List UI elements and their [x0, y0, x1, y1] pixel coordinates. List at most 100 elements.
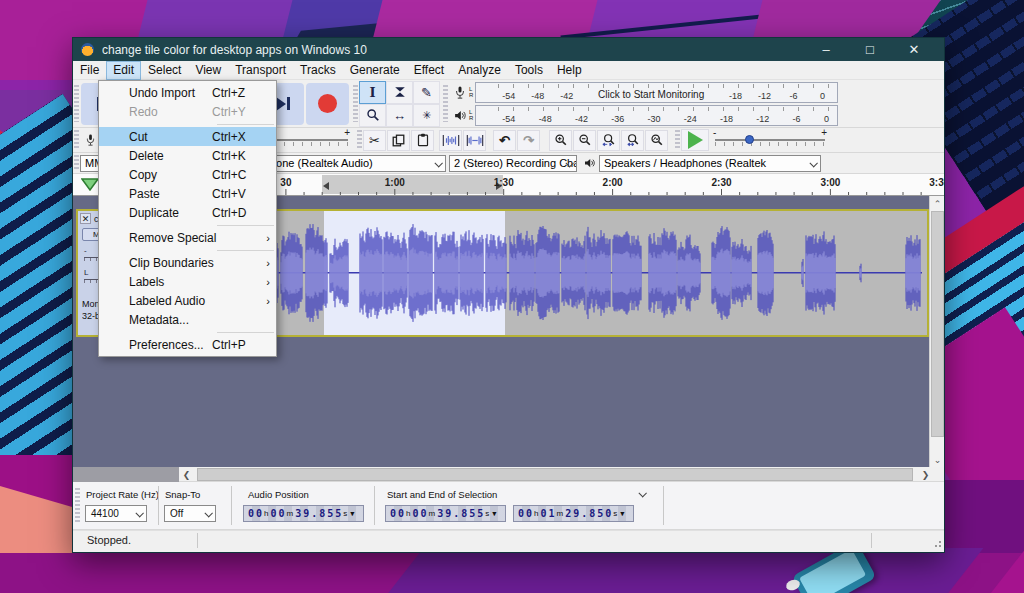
svg-text:1:30: 1:30	[494, 177, 514, 188]
toolbar-grip[interactable]	[74, 155, 79, 171]
minimize-button[interactable]: –	[804, 38, 848, 61]
selection-end-field[interactable]: 00h 01m 29.850s ▼	[513, 505, 634, 522]
caret-down-icon[interactable]: ▼	[350, 510, 354, 518]
menu-item-label: Redo	[129, 105, 212, 119]
toolbar-grip[interactable]	[75, 488, 80, 524]
speaker-icon	[452, 109, 468, 122]
zoom-tool-button[interactable]	[359, 104, 386, 127]
audio-position-field[interactable]: 00h 00m 39.855s ▼	[243, 505, 364, 522]
record-button[interactable]	[306, 83, 349, 125]
paste-button[interactable]	[411, 130, 434, 151]
redo-button[interactable]: ↷	[517, 130, 540, 151]
menu-item[interactable]: Preferences... Ctrl+P	[99, 335, 276, 354]
slider-plus: +	[821, 127, 827, 138]
toolbar-grip[interactable]	[74, 130, 79, 149]
menu-item-accel: Ctrl+K	[212, 149, 262, 163]
vertical-scrollbar[interactable]: ⌃ ⌄	[929, 196, 944, 467]
menu-item[interactable]: Redo Ctrl+Y	[99, 102, 276, 121]
chevron-down-icon	[136, 511, 143, 518]
menubar-item[interactable]: View	[188, 61, 228, 80]
menubar-item[interactable]: Analyze	[451, 61, 508, 80]
multi-tool-button[interactable]: ✳	[413, 104, 440, 127]
menu-item[interactable]: Metadata...	[99, 310, 276, 329]
recording-volume-icon	[82, 133, 98, 147]
toolbar-grip[interactable]	[443, 85, 448, 123]
play-at-speed-button[interactable]	[681, 129, 709, 151]
snap-to-combo[interactable]: Off	[164, 505, 216, 522]
menubar-item[interactable]: Generate	[343, 61, 407, 80]
selection-start-field[interactable]: 00h 00m 39.855s ▼	[385, 505, 506, 522]
play-speed-thumb[interactable]	[745, 135, 754, 144]
draw-tool-button[interactable]: ✎	[413, 81, 440, 104]
trim-audio-button[interactable]	[439, 130, 462, 151]
recording-meter[interactable]: LR -54-48-42 Click to Start Monitoring -…	[452, 81, 838, 103]
audacity-logo-icon	[81, 43, 94, 56]
maximize-button[interactable]: □	[848, 38, 892, 61]
caret-down-icon[interactable]: ▼	[492, 510, 496, 518]
vscroll-thumb[interactable]	[931, 211, 944, 437]
horizontal-scrollbar[interactable]: ❮ ❯	[73, 467, 944, 482]
menu-item[interactable]: Delete Ctrl+K	[99, 146, 276, 165]
menubar-item[interactable]: Edit	[106, 61, 141, 80]
caret-down-icon[interactable]: ▼	[620, 510, 624, 518]
title-bar[interactable]: change tile color for desktop apps on Wi…	[73, 38, 944, 61]
scroll-up-icon[interactable]: ⌃	[930, 196, 945, 211]
playback-device-dropdown[interactable]: Speakers / Headphones (Realtek	[599, 155, 821, 172]
menu-item-label: Preferences...	[129, 338, 212, 352]
hscroll-blank	[73, 467, 179, 482]
playback-meter-bar[interactable]: -54-48-42-36-30-24-18-12-60	[475, 105, 838, 126]
menu-item[interactable]: Labels ›	[99, 272, 276, 291]
scroll-down-icon[interactable]: ⌄	[930, 452, 945, 467]
zoom-toggle-button[interactable]	[645, 130, 668, 151]
silence-audio-button[interactable]	[463, 130, 486, 151]
timeshift-tool-button[interactable]: ↔	[386, 104, 413, 127]
play-speed-slider[interactable]: - +	[715, 131, 825, 149]
toolbar-grip[interactable]	[74, 85, 79, 123]
menu-item-label: Delete	[129, 149, 212, 163]
scroll-right-icon[interactable]: ❯	[918, 467, 933, 482]
menu-item[interactable]: Clip Boundaries ›	[99, 253, 276, 272]
scroll-left-icon[interactable]: ❮	[179, 467, 194, 482]
project-rate-combo[interactable]: 44100	[85, 505, 147, 522]
menubar-item[interactable]: Transport	[228, 61, 293, 80]
menubar-item[interactable]: Effect	[407, 61, 451, 80]
svg-text:3:00: 3:00	[820, 177, 840, 188]
hscroll-thumb[interactable]	[197, 468, 913, 481]
zoom-in-button[interactable]	[549, 130, 572, 151]
undo-button[interactable]: ↶	[493, 130, 516, 151]
menubar-item[interactable]: File	[73, 61, 106, 80]
menu-item[interactable]: Cut Ctrl+X	[99, 127, 276, 146]
monitoring-text[interactable]: Click to Start Monitoring	[581, 89, 721, 102]
cut-button[interactable]: ✂	[363, 130, 386, 151]
recording-meter-bar[interactable]: -54-48-42 Click to Start Monitoring -18-…	[475, 82, 838, 103]
menu-item[interactable]: Labeled Audio ›	[99, 291, 276, 310]
close-button[interactable]: ✕	[892, 38, 936, 61]
menu-item[interactable]: Duplicate Ctrl+D	[99, 203, 276, 222]
zoom-fit-button[interactable]	[621, 130, 644, 151]
selection-tool-button[interactable]: I	[359, 81, 386, 104]
zoom-selection-button[interactable]	[597, 130, 620, 151]
toolbar-grip[interactable]	[675, 130, 680, 149]
menu-item[interactable]: Paste Ctrl+V	[99, 184, 276, 203]
toolbar-grip[interactable]	[353, 85, 358, 123]
envelope-tool-button[interactable]	[386, 81, 413, 104]
menubar-item[interactable]: Help	[550, 61, 589, 80]
menu-item[interactable]: Remove Special ›	[99, 228, 276, 247]
track-close-button[interactable]: ✕	[80, 213, 91, 224]
toolbar-grip[interactable]	[357, 130, 362, 149]
menu-item-accel: Ctrl+V	[212, 187, 262, 201]
waveform-area[interactable]	[178, 211, 927, 335]
copy-button[interactable]	[387, 130, 410, 151]
zoom-out-button[interactable]	[573, 130, 596, 151]
menubar-item[interactable]: Select	[141, 61, 188, 80]
menu-item[interactable]: Undo Import Ctrl+Z	[99, 83, 276, 102]
svg-text:3:30: 3:30	[929, 177, 944, 188]
menu-item[interactable]: Copy Ctrl+C	[99, 165, 276, 184]
menubar-item[interactable]: Tools	[508, 61, 550, 80]
playback-meter[interactable]: LR -54-48-42-36-30-24-18-12-60	[452, 104, 838, 126]
meter-scale-number: -18	[721, 91, 750, 101]
tools-toolbar: I ✎ ↔ ✳	[359, 81, 440, 127]
resize-grip[interactable]	[932, 538, 942, 548]
menubar-item[interactable]: Tracks	[293, 61, 343, 80]
recording-channels-dropdown[interactable]: 2 (Stereo) Recording Chan	[449, 155, 577, 172]
